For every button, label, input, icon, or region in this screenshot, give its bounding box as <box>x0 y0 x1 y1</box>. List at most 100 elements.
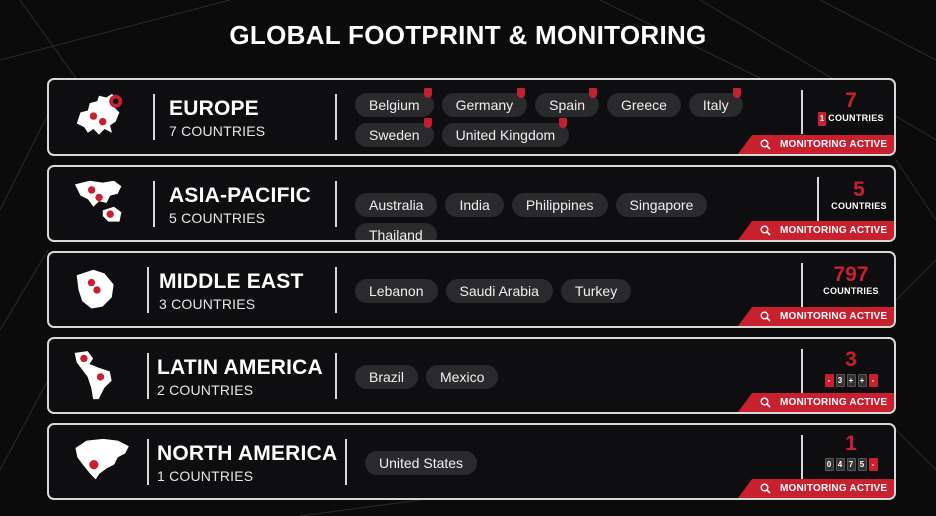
country-name: Thailand <box>369 227 423 242</box>
magnifier-icon <box>760 139 771 150</box>
country-name: Mexico <box>440 369 485 385</box>
country-chip[interactable]: Turkey <box>560 279 632 303</box>
stat-label: COUNTRIES <box>823 201 894 211</box>
stat-digit: 5 <box>857 458 867 471</box>
monitoring-active-label: MONITORING ACTIVE <box>780 311 888 322</box>
region-panel-latin-america[interactable]: LATIN AMERICA 2 COUNTRIES Brazil Mexico 3-3 +… <box>47 337 896 414</box>
country-name: Sweden <box>369 127 420 143</box>
divider <box>335 181 337 227</box>
divider <box>335 94 337 140</box>
region-panel-europe[interactable]: EUROPE 7 COUNTRIES Belgium Germany Spain Gree… <box>47 78 896 156</box>
monitoring-active-badge[interactable]: MONITORING ACTIVE <box>738 135 894 154</box>
stat-label-text: COUNTRIES <box>823 286 879 296</box>
country-name: India <box>459 197 490 213</box>
stat-digit-counter: 0475- <box>807 458 894 471</box>
divider <box>153 181 155 227</box>
country-chip[interactable]: Germany <box>441 88 528 117</box>
stat-prefix: 1 <box>818 112 827 126</box>
country-chip[interactable]: Singapore <box>615 193 708 217</box>
region-country-count: 1 COUNTRIES <box>157 468 254 484</box>
region-country-count: 3 COUNTRIES <box>159 296 256 312</box>
country-name: United Kingdom <box>455 127 556 143</box>
region-panel-asia-pacific[interactable]: ASIA-PACIFIC 5 COUNTRIES Australia India Phi… <box>47 165 896 242</box>
stat-label-text: COUNTRIES <box>831 201 887 211</box>
country-chip[interactable]: Spain <box>535 88 599 117</box>
country-chip[interactable]: Italy <box>688 88 743 117</box>
country-chip[interactable]: Philippines <box>511 193 608 217</box>
stat-number: 5 <box>853 178 865 201</box>
country-chip-list: Belgium Germany Spain Greece Italy Sweden Unit… <box>355 88 785 147</box>
country-name: Saudi Arabia <box>459 283 539 299</box>
region-name: LATIN AMERICA <box>157 356 323 379</box>
stat-digit: - <box>824 374 834 387</box>
country-chip[interactable]: Australia <box>355 193 438 217</box>
country-chip[interactable]: Belgium <box>355 88 434 117</box>
shield-flag-icon <box>517 88 526 98</box>
country-name: United States <box>379 455 464 471</box>
stat-number: 7 <box>845 89 857 112</box>
country-name: Australia <box>369 197 424 213</box>
stat-digit: 3 <box>835 374 845 387</box>
stat-digit: 7 <box>846 458 856 471</box>
stat-number: 3 <box>845 348 857 371</box>
shield-flag-icon <box>423 88 432 98</box>
country-chip[interactable]: Brazil <box>355 365 419 389</box>
magnifier-icon <box>760 397 771 408</box>
divider <box>153 94 155 140</box>
country-chip[interactable]: Lebanon <box>355 279 438 303</box>
region-panel-middle-east[interactable]: MIDDLE EAST 3 COUNTRIES Lebanon Saudi Arabi… <box>47 251 896 328</box>
country-chip[interactable]: Sweden <box>355 118 434 147</box>
country-name: Turkey <box>574 283 618 299</box>
region-country-count: 5 COUNTRIES <box>169 210 266 226</box>
monitoring-active-badge[interactable]: MONITORING ACTIVE <box>738 393 894 412</box>
asia-pacific-map-icon <box>74 180 122 222</box>
country-chip[interactable]: Greece <box>606 93 681 117</box>
country-chip[interactable]: United Kingdom <box>441 118 570 147</box>
country-chip-list: Brazil Mexico <box>355 365 785 389</box>
divider <box>147 267 149 313</box>
country-name: Greece <box>620 97 667 113</box>
country-chip-list: United States <box>365 451 795 475</box>
magnifier-icon <box>760 225 771 236</box>
country-chip-list: Lebanon Saudi Arabia Turkey <box>355 279 785 303</box>
monitoring-active-badge[interactable]: MONITORING ACTIVE <box>738 479 894 498</box>
monitoring-active-badge[interactable]: MONITORING ACTIVE <box>738 307 894 326</box>
stat-number: 1 <box>845 432 857 455</box>
shield-flag-icon <box>559 118 568 128</box>
stat-block: 3-3 + + - <box>807 348 894 387</box>
country-chip[interactable]: Thailand <box>355 223 437 242</box>
country-chip[interactable]: India <box>445 193 504 217</box>
stat-label-text: COUNTRIES <box>828 113 884 123</box>
stat-label: 1 COUNTRIES <box>807 112 894 126</box>
stat-label: COUNTRIES <box>807 286 894 296</box>
stat-block: 7 1 COUNTRIES <box>807 89 894 126</box>
country-chip[interactable]: Saudi Arabia <box>445 279 553 303</box>
monitoring-active-label: MONITORING ACTIVE <box>780 397 888 408</box>
monitoring-active-badge[interactable]: MONITORING ACTIVE <box>738 221 894 240</box>
country-chip[interactable]: Mexico <box>426 365 499 389</box>
country-chip-list: Australia India Philippines Singapore Thaila… <box>355 193 785 242</box>
divider <box>801 90 803 134</box>
monitoring-active-label: MONITORING ACTIVE <box>780 225 888 236</box>
stat-digit: + <box>846 374 856 387</box>
country-name: Belgium <box>369 97 420 113</box>
stat-digit: - <box>868 374 878 387</box>
middle-east-map-icon <box>76 269 114 309</box>
divider <box>801 435 803 479</box>
divider <box>335 267 337 313</box>
region-panel-north-america[interactable]: NORTH AMERICA 1 COUNTRIES United States 1 0 4… <box>47 423 896 500</box>
monitoring-active-label: MONITORING ACTIVE <box>780 483 888 494</box>
stat-digit: 4 <box>835 458 845 471</box>
divider <box>817 177 819 221</box>
page-title: GLOBAL FOOTPRINT & MONITORING <box>229 20 707 50</box>
divider <box>345 439 347 485</box>
country-name: Lebanon <box>369 283 424 299</box>
country-name: Brazil <box>369 369 405 385</box>
region-country-count: 7 COUNTRIES <box>169 123 266 139</box>
divider <box>335 353 337 399</box>
latin-america-map-icon <box>74 351 112 400</box>
region-name: EUROPE <box>169 97 259 120</box>
country-chip[interactable]: United States <box>365 451 478 475</box>
shield-flag-icon <box>588 88 597 98</box>
region-country-count: 2 COUNTRIES <box>157 382 254 398</box>
